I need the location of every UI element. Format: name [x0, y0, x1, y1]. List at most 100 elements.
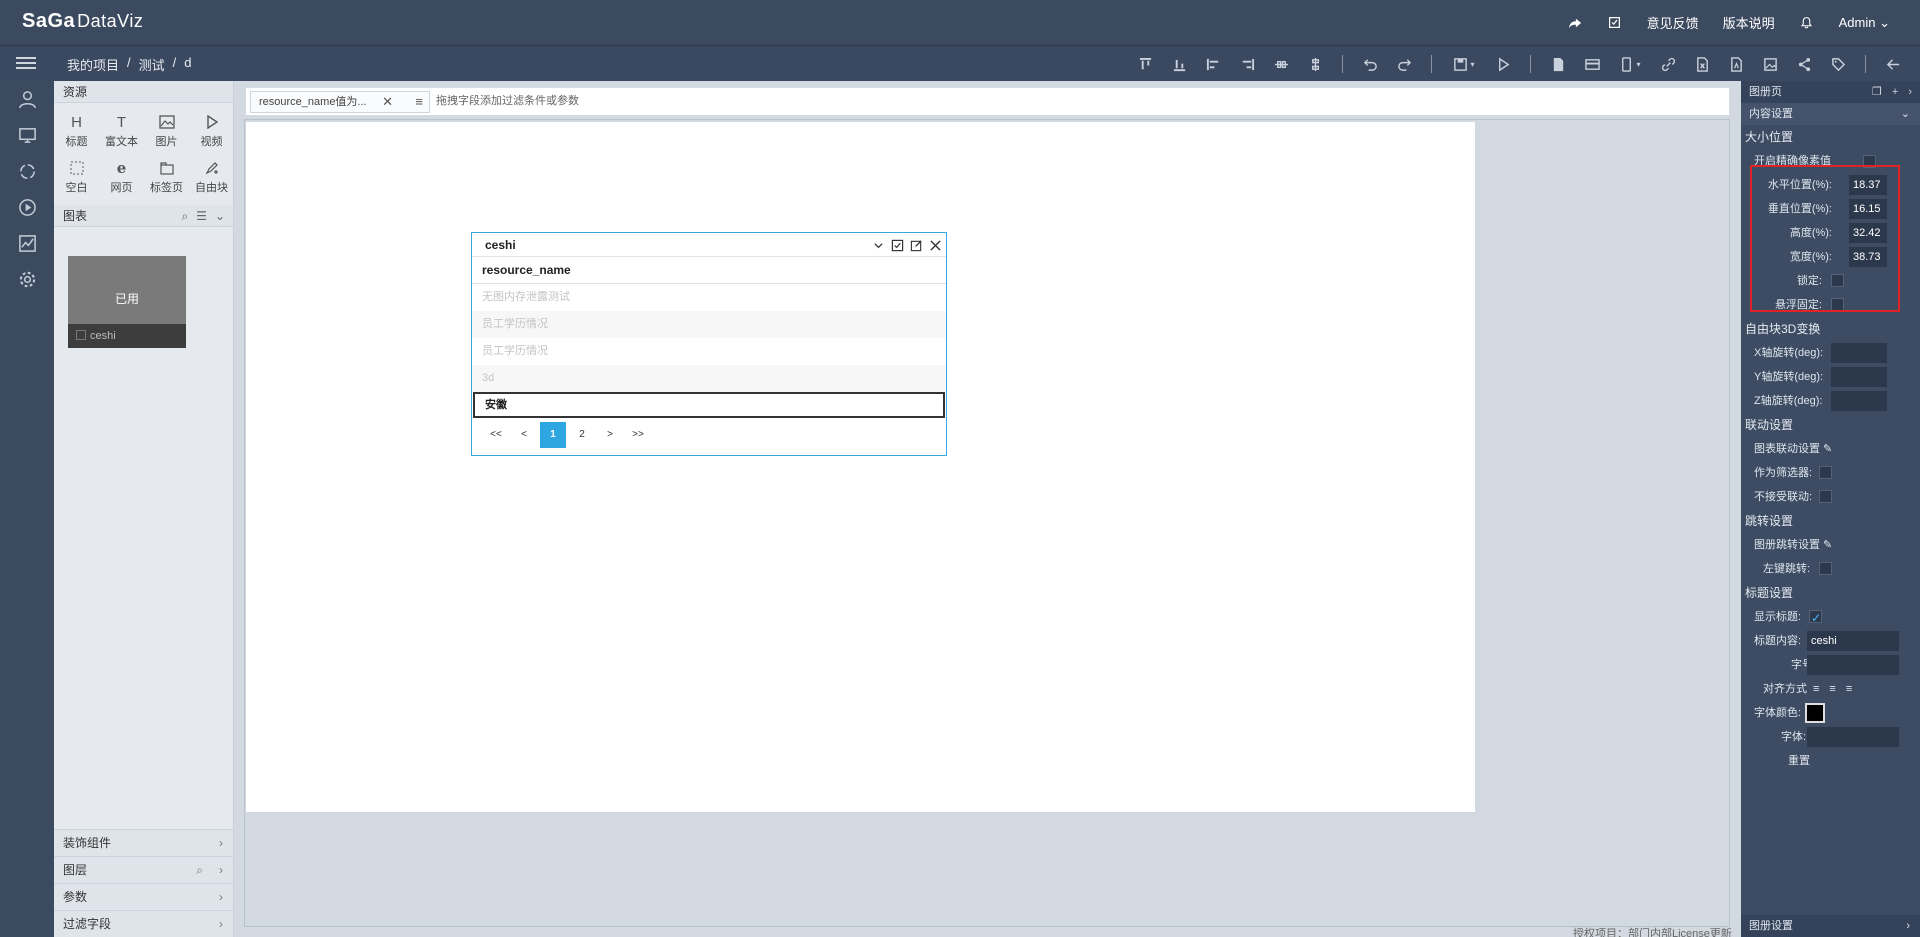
save-icon[interactable]: ▾ [1446, 51, 1482, 77]
mobile-icon[interactable]: ▾ [1613, 51, 1647, 77]
gear-icon[interactable] [0, 261, 54, 297]
chevron-right-icon[interactable]: › [1908, 81, 1912, 103]
add-icon[interactable]: + [1892, 81, 1898, 103]
checklist-icon[interactable] [1607, 15, 1623, 31]
image-icon [156, 111, 178, 133]
title-content-input[interactable]: ceshi [1807, 631, 1899, 651]
show-title-checkbox[interactable] [1809, 606, 1822, 630]
checkbox-icon[interactable] [76, 330, 86, 340]
list-item[interactable]: 3d [472, 365, 946, 392]
page-2-button[interactable]: 2 [570, 422, 594, 448]
distribute-vertical-icon[interactable] [1302, 51, 1328, 77]
content-settings-header[interactable]: 内容设置 ⌄ [1741, 103, 1920, 125]
group-layers[interactable]: 图层 ⌕ › [54, 856, 233, 883]
resource-tabs[interactable]: 标签页 [144, 157, 189, 195]
image-export-icon[interactable] [1757, 51, 1783, 77]
as-filter-checkbox[interactable] [1819, 466, 1832, 479]
close-icon[interactable]: ✕ [382, 92, 393, 112]
card-icon[interactable] [1579, 51, 1605, 77]
reset-row[interactable]: 重置 [1741, 749, 1920, 773]
resource-title[interactable]: H 标题 [54, 111, 99, 149]
back-arrow-icon[interactable] [1880, 51, 1906, 77]
breadcrumb-item[interactable]: 测试 [139, 55, 165, 74]
document-icon[interactable] [1545, 51, 1571, 77]
search-icon[interactable]: ⌕ [196, 857, 203, 884]
align-right-icon[interactable] [1234, 51, 1260, 77]
album-settings-header[interactable]: 图册设置 › [1741, 915, 1920, 937]
list-icon[interactable]: ☰ [196, 205, 207, 227]
edit-icon[interactable]: ✎ [1823, 533, 1832, 557]
resource-webpage[interactable]: e 网页 [99, 157, 144, 195]
align-bottom-icon[interactable] [1166, 51, 1192, 77]
list-item[interactable]: 无图内存泄露测试 [472, 284, 946, 311]
release-notes-link[interactable]: 版本说明 [1723, 13, 1775, 32]
excel-icon[interactable] [1689, 51, 1715, 77]
search-icon[interactable]: ⌕ [181, 205, 188, 227]
font-size-stepper[interactable] [1807, 655, 1899, 675]
line-chart-icon[interactable] [0, 225, 54, 261]
resource-video[interactable]: 视频 [189, 111, 234, 149]
x-rot-input[interactable] [1831, 343, 1887, 363]
font-color-swatch[interactable] [1805, 703, 1825, 723]
next-page-button[interactable]: > [598, 422, 622, 448]
list-widget[interactable]: ceshi resource_name 无图内存泄露测试 员工学历情况 员工学历… [471, 232, 947, 456]
page-1-button[interactable]: 1 [540, 422, 566, 448]
no-linkage-checkbox[interactable] [1819, 490, 1832, 503]
jump-section: 跳转设置 [1745, 514, 1794, 528]
resource-richtext[interactable]: T 富文本 [99, 111, 144, 149]
redo-icon[interactable] [1391, 51, 1417, 77]
align-top-icon[interactable] [1132, 51, 1158, 77]
filter-tab[interactable]: resource_name值为... ✕ ≡ [250, 91, 430, 113]
chevron-down-icon[interactable]: ⌄ [215, 205, 225, 227]
align-left-icon[interactable] [1200, 51, 1226, 77]
checkbox-checked-icon[interactable] [891, 239, 904, 252]
show-title-row: 显示标题: [1741, 605, 1920, 630]
pdf-icon[interactable] [1723, 51, 1749, 77]
list-item[interactable]: 员工学历情况 [472, 311, 946, 338]
resource-freeblock[interactable]: 自由块 [189, 157, 234, 195]
align-options-icon[interactable]: ≡≡≡ [1813, 677, 1862, 701]
close-icon[interactable] [929, 239, 942, 252]
breadcrumb-item[interactable]: 我的项目 [67, 55, 119, 74]
last-page-button[interactable]: >> [626, 422, 650, 448]
undo-icon[interactable] [1357, 51, 1383, 77]
chart-thumbnail[interactable]: 已用 ceshi [68, 256, 186, 348]
monitor-icon[interactable] [0, 117, 54, 153]
preview-play-icon[interactable] [1490, 51, 1516, 77]
resource-blank[interactable]: 空白 [54, 157, 99, 195]
feedback-link[interactable]: 意见反馈 [1647, 13, 1699, 32]
bell-icon[interactable] [1799, 15, 1815, 31]
chevron-down-icon[interactable] [872, 239, 885, 252]
group-filter-fields[interactable]: 过滤字段 › [54, 910, 233, 937]
resource-image[interactable]: 图片 [144, 111, 189, 149]
first-page-button[interactable]: << [484, 422, 508, 448]
menu-icon[interactable]: ≡ [415, 92, 423, 112]
list-item-selected[interactable]: 安徽 [473, 392, 945, 418]
edit-icon[interactable] [910, 239, 923, 252]
list-item[interactable]: 员工学历情况 [472, 338, 946, 365]
user-icon[interactable] [0, 81, 54, 117]
share-icon[interactable] [1567, 15, 1583, 31]
tag-icon[interactable] [1825, 51, 1851, 77]
z-rot-input[interactable] [1831, 391, 1887, 411]
edit-icon[interactable]: ✎ [1823, 437, 1832, 461]
chart-linkage-row[interactable]: 图表联动设置 ✎ [1741, 437, 1920, 461]
link-icon[interactable] [1655, 51, 1681, 77]
filter-hint: 拖拽字段添加过滤条件或参数 [436, 95, 579, 107]
copy-icon[interactable]: ❐ [1872, 81, 1882, 103]
menu-icon[interactable] [16, 54, 36, 74]
prev-page-button[interactable]: < [512, 422, 536, 448]
refresh-cycle-icon[interactable] [0, 153, 54, 189]
distribute-horizontal-icon[interactable] [1268, 51, 1294, 77]
group-decorations[interactable]: 装饰组件 › [54, 829, 233, 856]
user-menu[interactable]: Admin ⌄ [1839, 15, 1890, 31]
left-click-jump-checkbox[interactable] [1819, 562, 1832, 575]
dashboard-page[interactable] [246, 122, 1475, 812]
album-jump-row[interactable]: 图册跳转设置 ✎ [1741, 533, 1920, 557]
app-logo[interactable]: SaGa DataViz [22, 10, 143, 33]
font-select[interactable] [1807, 727, 1899, 747]
y-rot-input[interactable] [1831, 367, 1887, 387]
share-nodes-icon[interactable] [1791, 51, 1817, 77]
group-params[interactable]: 参数 › [54, 883, 233, 910]
play-circle-icon[interactable] [0, 189, 54, 225]
